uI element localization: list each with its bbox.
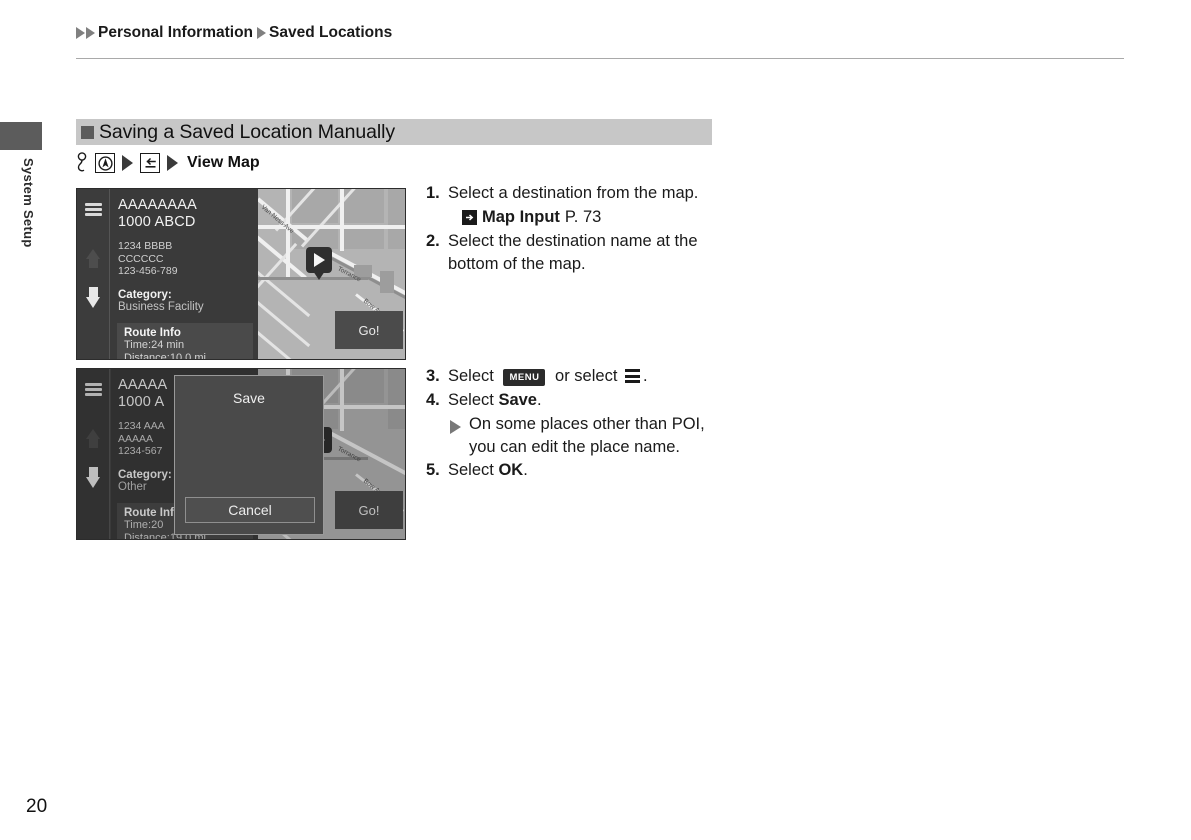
arrow-up-icon[interactable]	[86, 249, 100, 259]
poi-address-line-2: CCCCCC	[118, 252, 164, 265]
reference-page: P. 73	[564, 208, 602, 226]
step3-middle: or select	[555, 367, 618, 385]
instruction-step: 5. Select OK.	[426, 459, 726, 482]
step-number: 5.	[426, 461, 440, 479]
section-tab-marker	[0, 122, 42, 150]
step3-prefix: Select	[448, 367, 494, 385]
breadcrumb: Personal Information Saved Locations	[76, 24, 392, 42]
heading-bullet-icon	[81, 126, 94, 139]
instruction-step: 3. Select MENU or select .	[426, 365, 726, 388]
instruction-step: 1. Select a destination from the map.	[426, 182, 726, 205]
back-arrow-boxed-icon[interactable]	[140, 153, 160, 173]
route-info-title: Route Info	[124, 326, 181, 339]
step4-suffix: .	[537, 391, 542, 409]
instruction-step: 2. Select the destination name at the bo…	[426, 230, 726, 276]
step5-suffix: .	[523, 461, 528, 479]
step3-suffix: .	[643, 367, 648, 385]
go-button[interactable]: Go!	[335, 491, 403, 529]
step-number: 3.	[426, 367, 440, 385]
instruction-step: 4. Select Save.	[426, 389, 726, 412]
navigation-path: View Map	[76, 150, 260, 176]
menu-button-badge[interactable]: MENU	[503, 369, 546, 386]
arrow-up-stem	[89, 259, 98, 268]
arrow-down-icon[interactable]	[86, 297, 100, 308]
section-heading-text: Saving a Saved Location Manually	[99, 120, 395, 143]
poi-address-line-1: 1234 BBBB	[118, 240, 173, 252]
go-button[interactable]: Go!	[335, 311, 403, 349]
breadcrumb-triangle-icon	[76, 27, 85, 39]
step5-target: OK	[498, 461, 524, 479]
save-dialog: Save Cancel	[174, 375, 324, 535]
path-arrow-icon	[122, 155, 133, 171]
step4-target: Save	[498, 391, 537, 409]
instruction-group-steps-1-2: 1. Select a destination from the map. Ma…	[426, 182, 726, 277]
section-heading-bar: Saving a Saved Location Manually	[76, 119, 712, 145]
reference-arrow-icon	[462, 210, 477, 225]
breadcrumb-divider	[76, 58, 1124, 59]
note-triangle-icon	[450, 420, 461, 434]
figure-save-dialog-screen: AAAAA 1000 A 1234 AAA AAAAA 1234-567 Cat…	[76, 368, 406, 540]
route-info-box[interactable]: Route Info Time:24 min Distance:10.0 mi	[117, 322, 253, 360]
route-info-time: Time:24 min	[124, 338, 185, 351]
hamburger-icon[interactable]	[625, 369, 640, 383]
arrow-up-stem	[89, 439, 98, 448]
section-tab-label: System Setup	[21, 158, 36, 248]
map-pin-flag-icon	[314, 253, 325, 267]
poi-name-line-2: 1000 ABCD	[118, 214, 196, 230]
figure-map-destination-screen: AAAAAAAA 1000 ABCD 1234 BBBB CCCCCC 123-…	[76, 188, 406, 360]
breadcrumb-level-2[interactable]: Saved Locations	[269, 24, 392, 42]
breadcrumb-separator-icon	[257, 27, 267, 39]
save-dialog-title: Save	[233, 390, 265, 406]
step-text: Select the destination name at the botto…	[448, 232, 698, 273]
step-number: 4.	[426, 391, 440, 409]
step-number: 2.	[426, 232, 440, 250]
poi-phone: 123-456-789	[118, 265, 178, 277]
instruction-group-steps-3-5: 3. Select MENU or select . 4. Select Sav…	[426, 365, 726, 483]
path-arrow-icon	[167, 155, 178, 171]
route-info-distance: Distance:10.0 mi	[124, 351, 206, 360]
hamburger-icon[interactable]	[85, 203, 102, 216]
instruction-note: On some places other than POI, you can e…	[450, 413, 726, 459]
step-text: Select OK.	[448, 459, 726, 482]
step5-prefix: Select	[448, 461, 494, 479]
nav-path-target[interactable]: View Map	[187, 154, 260, 172]
nav-home-boxed-icon[interactable]	[95, 153, 115, 173]
poi-info-panel: AAAAAAAA 1000 ABCD 1234 BBBB CCCCCC 123-…	[111, 189, 258, 359]
breadcrumb-level-1[interactable]: Personal Information	[98, 24, 253, 42]
reference-title: Map Input	[482, 208, 560, 226]
step-number: 1.	[426, 184, 440, 202]
poi-name-line-1: AAAAAAAA	[118, 197, 197, 213]
cross-reference[interactable]: Map Input P. 73	[462, 206, 726, 229]
arrow-down-icon[interactable]	[86, 477, 100, 488]
cancel-button[interactable]: Cancel	[185, 497, 315, 523]
poi-category-value: Business Facility	[118, 300, 204, 313]
device-nav-rail	[77, 369, 110, 539]
step-text: Select Save.	[448, 389, 726, 412]
map-pin-icon[interactable]	[306, 247, 332, 280]
page-number: 20	[26, 796, 48, 817]
step4-prefix: Select	[448, 391, 494, 409]
arrow-up-icon[interactable]	[86, 429, 100, 439]
hand-pointer-icon	[76, 152, 90, 174]
breadcrumb-triangle-icon	[86, 27, 95, 39]
hamburger-icon[interactable]	[85, 383, 102, 396]
step-text: Select a destination from the map.	[448, 184, 699, 202]
poi-category-label: Category:	[118, 288, 172, 301]
device-nav-rail	[77, 189, 110, 359]
step-text: Select MENU or select .	[448, 365, 726, 388]
note-text: On some places other than POI, you can e…	[469, 415, 705, 456]
map-canvas[interactable]: Van Ness Ave Torrance Bow Ave Go!	[258, 189, 405, 359]
